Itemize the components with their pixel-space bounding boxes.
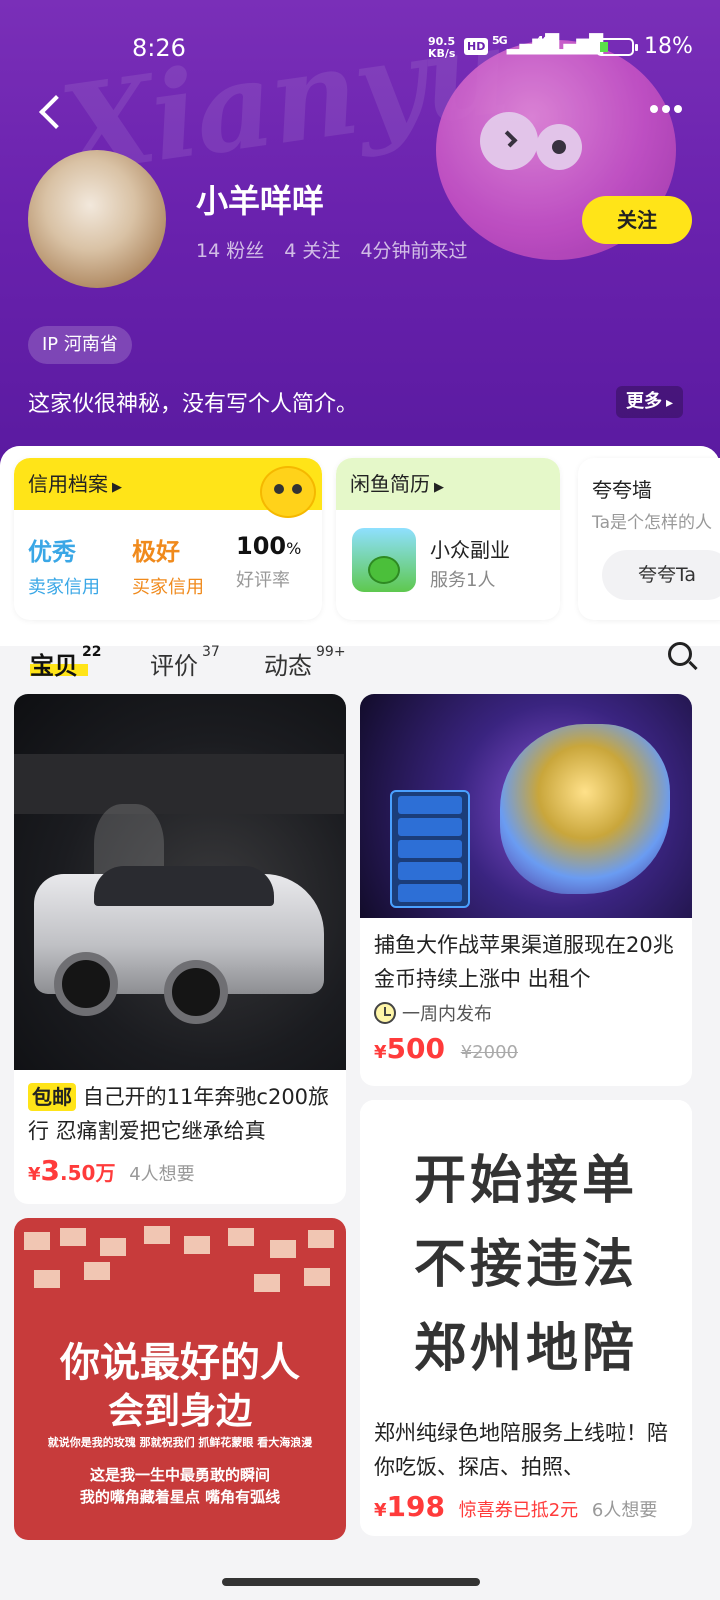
price-row: ¥500 ¥2000 [360, 1026, 692, 1071]
clock-icon [374, 1002, 396, 1024]
product-image [14, 694, 346, 1070]
network-speed: 90.5 KB/s [428, 35, 456, 60]
wall-text-line5: 我的嘴角藏着星点 嘴角有弧线 [79, 1488, 281, 1506]
tab-items[interactable]: 宝贝 22 [30, 644, 101, 681]
ip-location-tag: IP 河南省 [28, 326, 132, 364]
battery-icon [596, 38, 638, 56]
product-image: 开始接单 不接违法 郑州地陪 [360, 1100, 692, 1406]
more-options-icon[interactable] [650, 98, 690, 118]
hd-badge: HD [464, 38, 489, 55]
praise-wall-subtitle: Ta是个怎样的人 [592, 513, 712, 533]
home-indicator[interactable] [222, 1578, 480, 1586]
price-row: ¥3.50万 4人想要 [14, 1148, 346, 1193]
product-price: ¥500 [374, 1032, 445, 1065]
list-item[interactable]: 开始接单 不接违法 郑州地陪 郑州纯绿色地陪服务上线啦！陪你吃饭、探店、拍照、 … [360, 1100, 692, 1536]
product-price: ¥3.50万 [28, 1154, 116, 1187]
price-row: ¥198 惊喜券已抵2元 6人想要 [360, 1484, 692, 1529]
seller-credit: 优秀 卖家信用 [28, 538, 100, 598]
resume-service-count: 服务1人 [430, 570, 496, 591]
product-image: 你说最好的人 会到身边 就说你是我的玫瑰 那就祝我们 抓鲜花蒙眼 看大海浪漫 这… [14, 1218, 346, 1540]
product-title: 郑州纯绿色地陪服务上线啦！陪你吃饭、探店、拍照、 [374, 1421, 668, 1479]
positive-rate: 100% 好评率 [236, 532, 302, 591]
publish-time-tag: 一周内发布 [374, 1000, 678, 1026]
signal-4g-icon: 4G▂▄▆█ [536, 34, 603, 55]
coupon-tag: 惊喜券已抵2元 [458, 1500, 579, 1521]
original-price: ¥2000 [460, 1042, 518, 1063]
product-title: 捕鱼大作战苹果渠道服现在20兆金币持续上涨中 出租个 [374, 933, 674, 991]
resume-card[interactable]: 闲鱼简历 ▶ 小众副业 服务1人 [336, 458, 560, 620]
want-count: 6人想要 [591, 1500, 658, 1521]
list-item[interactable]: 包邮 自己开的11年奔驰c200旅行 忍痛割爱把它继承给真 ¥3.50万 4人想… [14, 694, 346, 1204]
tab-moments[interactable]: 动态 99+ [264, 644, 346, 681]
status-bar: 8:26 90.5 KB/s HD 5G▂▄▆█ 4G▂▄▆█ 18% [0, 0, 720, 96]
wall-text-line2: 会到身边 [107, 1391, 252, 1432]
free-shipping-badge: 包邮 [28, 1083, 76, 1111]
user-stats: 14 粉丝 4 关注 4分钟前来过 [196, 236, 482, 263]
list-item[interactable]: 你说最好的人 会到身边 就说你是我的玫瑰 那就祝我们 抓鲜花蒙眼 看大海浪漫 这… [14, 1218, 346, 1540]
praise-wall-card[interactable]: 夸夸墙 Ta是个怎样的人 夸夸Ta [578, 458, 720, 620]
wall-text-line1: 你说最好的人 [60, 1340, 300, 1386]
wall-text-line4: 这是我一生中最勇敢的瞬间 [89, 1466, 270, 1484]
user-name: 小羊咩咩 [196, 182, 325, 220]
fans-count[interactable]: 14 粉丝 [196, 240, 264, 262]
user-bio: 这家伙很神秘，没有写个人简介。 [28, 392, 359, 417]
credit-profile-card[interactable]: 信用档案 ▶ 优秀 卖家信用 极好 买家信用 100% 好评率 [14, 458, 322, 620]
praise-wall-title: 夸夸墙 [592, 478, 652, 502]
last-seen: 4分钟前来过 [360, 240, 468, 262]
resume-card-title: 闲鱼简历 ▶ [336, 458, 560, 510]
resume-service-name: 小众副业 [430, 538, 510, 562]
search-icon[interactable] [668, 642, 698, 672]
product-image [360, 694, 692, 918]
buyer-credit: 极好 买家信用 [132, 538, 204, 598]
product-price: ¥198 [374, 1490, 445, 1523]
back-arrow-icon[interactable] [34, 92, 74, 132]
product-title: 包邮 自己开的11年奔驰c200旅行 忍痛割爱把它继承给真 [28, 1083, 330, 1143]
tab-reviews[interactable]: 评价 37 [150, 644, 220, 681]
praise-button[interactable]: 夸夸Ta [602, 550, 720, 600]
follows-count[interactable]: 4 关注 [284, 240, 340, 262]
bio-more-button[interactable]: 更多 [616, 386, 684, 418]
wall-text-line3: 就说你是我的玫瑰 那就祝我们 抓鲜花蒙眼 看大海浪漫 [47, 1436, 313, 1449]
profile-header: Xianyu 8:26 90.5 KB/s HD 5G▂▄▆█ 4G▂▄▆█ 1… [0, 0, 720, 470]
status-time: 8:26 [132, 34, 186, 62]
follow-button[interactable]: 关注 [582, 196, 692, 244]
battery-percent: 18% [644, 34, 693, 59]
side-job-app-icon [352, 528, 416, 592]
profile-content: 信用档案 ▶ 优秀 卖家信用 极好 买家信用 100% 好评率 闲鱼简历 ▶ 小众副… [0, 446, 720, 1600]
avatar[interactable] [28, 150, 166, 288]
list-item[interactable]: 捕鱼大作战苹果渠道服现在20兆金币持续上涨中 出租个 一周内发布 ¥500 ¥2… [360, 694, 692, 1086]
want-count: 4人想要 [129, 1164, 195, 1185]
